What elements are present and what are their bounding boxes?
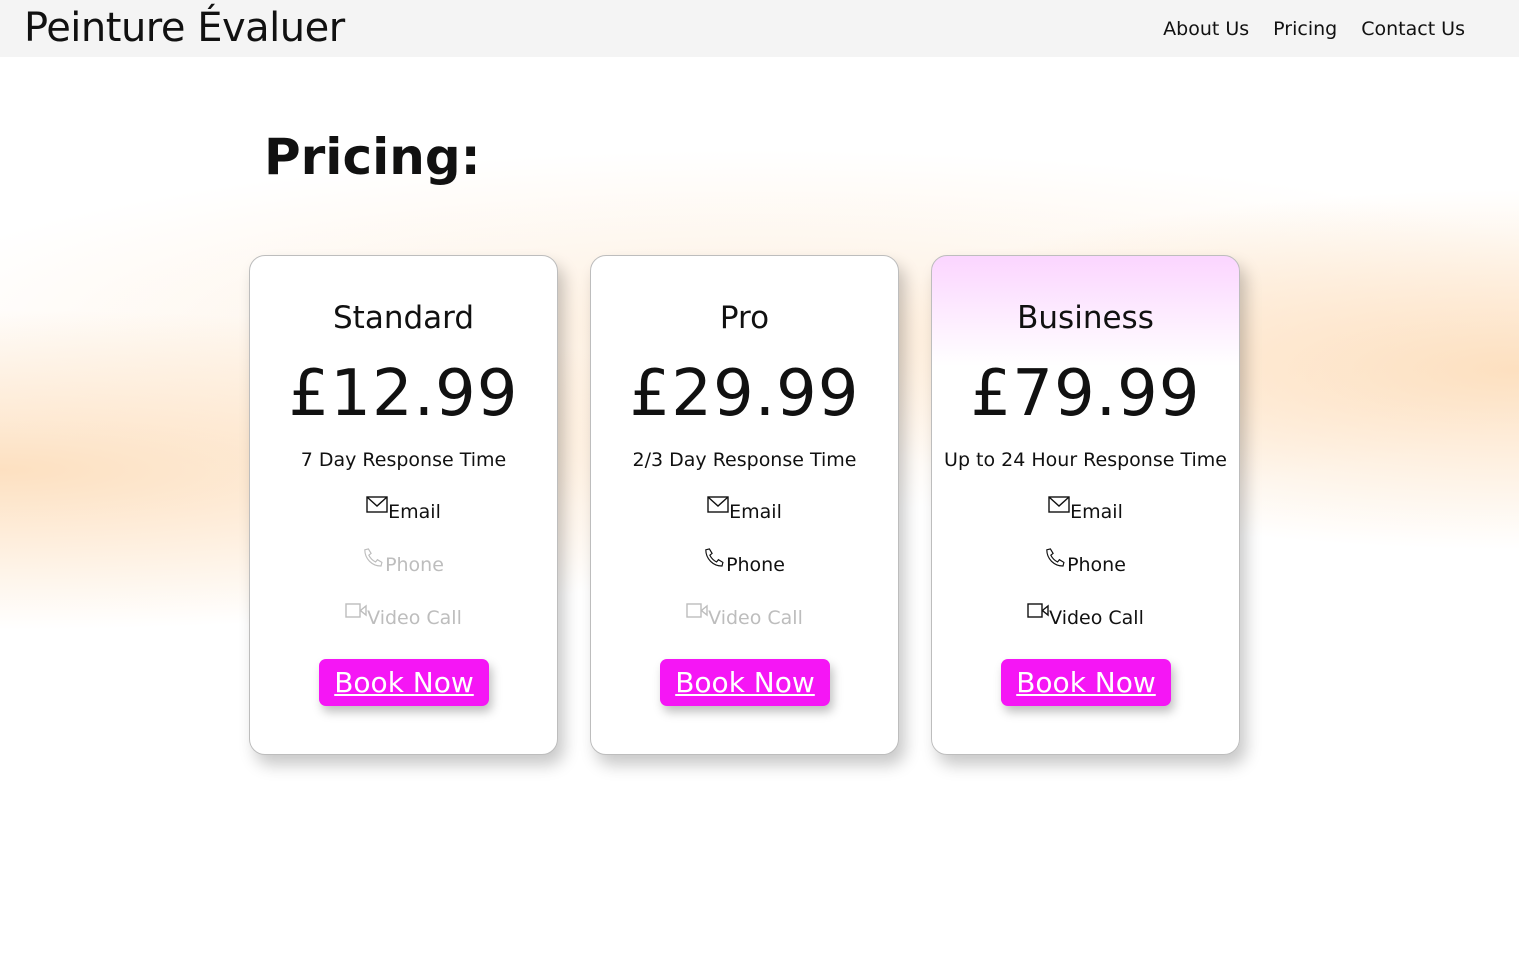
mail-icon — [1048, 495, 1070, 521]
feature-label: Video Call — [708, 607, 803, 629]
feature-email: Email — [591, 496, 898, 525]
nav-pricing[interactable]: Pricing — [1273, 16, 1337, 42]
mail-icon — [707, 495, 729, 521]
feature-label: Email — [729, 501, 782, 523]
video-icon — [345, 601, 367, 627]
plan-name: Business — [1017, 300, 1154, 336]
video-icon — [1027, 601, 1049, 627]
phone-icon — [1045, 548, 1067, 575]
feature-label: Phone — [1067, 554, 1126, 576]
book-now-button-pro[interactable]: Book Now — [660, 659, 830, 706]
feature-video-call: Video Call — [250, 603, 557, 631]
feature-label: Video Call — [367, 607, 462, 629]
feature-phone: Phone — [250, 548, 557, 578]
plan-price: £12.99 — [288, 357, 519, 431]
feature-label: Email — [388, 501, 441, 523]
top-navigation-bar: Peinture Évaluer About Us Pricing Contac… — [0, 0, 1519, 57]
book-now-button-standard[interactable]: Book Now — [319, 659, 489, 706]
feature-label: Phone — [385, 554, 444, 576]
phone-icon — [704, 548, 726, 575]
plan-price: £79.99 — [970, 357, 1201, 431]
feature-label: Email — [1070, 501, 1123, 523]
feature-video-call: Video Call — [932, 603, 1239, 631]
video-icon — [686, 601, 708, 627]
feature-label: Video Call — [1049, 607, 1144, 629]
page-title: Pricing: — [264, 128, 481, 186]
nav-about-us[interactable]: About Us — [1163, 16, 1249, 42]
feature-video-call: Video Call — [591, 603, 898, 631]
feature-label: Phone — [726, 554, 785, 576]
nav-contact-us[interactable]: Contact Us — [1361, 16, 1465, 42]
mail-icon — [366, 495, 388, 521]
plan-name: Pro — [719, 300, 770, 336]
plan-price: £29.99 — [629, 357, 860, 431]
pricing-card-business: Business £79.99 Up to 24 Hour Response T… — [931, 255, 1240, 755]
pricing-card-standard: Standard £12.99 7 Day Response Time Emai… — [249, 255, 558, 755]
plan-response-time: Up to 24 Hour Response Time — [944, 449, 1227, 471]
pricing-cards: Standard £12.99 7 Day Response Time Emai… — [249, 255, 1240, 755]
feature-email: Email — [250, 496, 557, 525]
plan-response-time: 7 Day Response Time — [300, 449, 507, 471]
book-now-button-business[interactable]: Book Now — [1001, 659, 1171, 706]
phone-icon — [363, 548, 385, 575]
feature-phone: Phone — [932, 548, 1239, 578]
site-brand[interactable]: Peinture Évaluer — [24, 4, 345, 52]
pricing-card-pro: Pro £29.99 2/3 Day Response Time Email P… — [590, 255, 899, 755]
main-nav: About Us Pricing Contact Us — [1163, 16, 1465, 42]
feature-email: Email — [932, 496, 1239, 525]
plan-name: Standard — [332, 300, 475, 336]
plan-response-time: 2/3 Day Response Time — [632, 449, 857, 471]
feature-phone: Phone — [591, 548, 898, 578]
